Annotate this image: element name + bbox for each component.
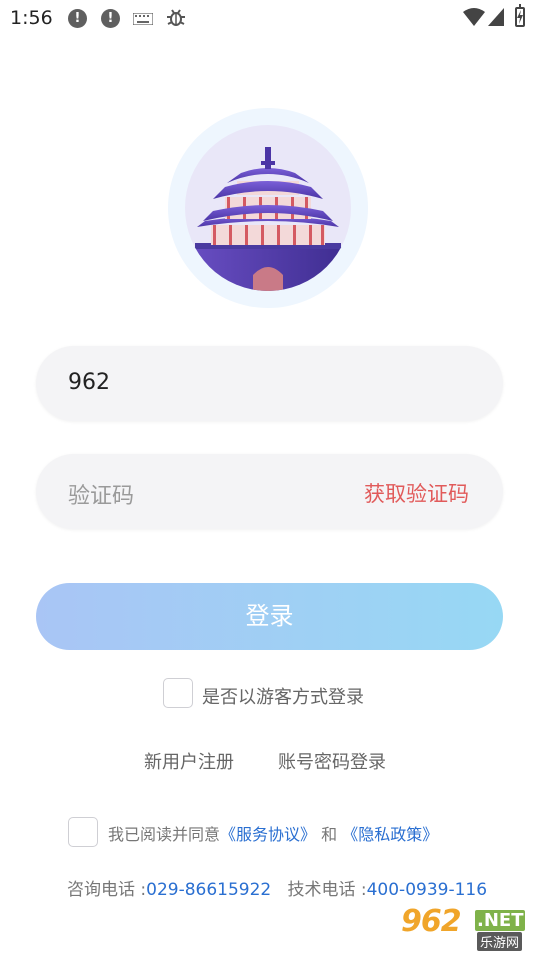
phone-input-value: 962 bbox=[68, 370, 110, 395]
bug-icon bbox=[167, 9, 185, 26]
watermark-logo: 962 .NET 乐游网 bbox=[399, 904, 533, 952]
consult-phone-link[interactable]: 029-86615922 bbox=[146, 880, 271, 900]
agreement-prefix: 我已阅读并同意 bbox=[108, 825, 221, 844]
guest-login-label[interactable]: 是否以游客方式登录 bbox=[202, 683, 364, 709]
agreement-and: 和 bbox=[321, 825, 338, 844]
battery-icon bbox=[515, 4, 525, 27]
privacy-policy-link[interactable]: 《隐私政策》 bbox=[342, 825, 438, 844]
alert-icon: ! bbox=[68, 9, 87, 28]
signal-icon bbox=[488, 8, 504, 26]
status-time: 1:56 bbox=[10, 7, 53, 29]
app-logo bbox=[168, 108, 368, 308]
verification-code-placeholder: 验证码 bbox=[68, 484, 135, 509]
phone-input[interactable]: 962 bbox=[36, 346, 503, 421]
watermark-site-name: 乐游网 bbox=[477, 932, 523, 951]
register-link[interactable]: 新用户注册 bbox=[144, 748, 234, 774]
watermark-962: 962 bbox=[401, 904, 462, 939]
watermark-net: .NET bbox=[475, 910, 526, 931]
service-agreement-link[interactable]: 《服务协议》 bbox=[220, 825, 316, 844]
tech-phone-link[interactable]: 400-0939-116 bbox=[367, 880, 487, 900]
tech-phone-label: 技术电话 : bbox=[287, 880, 367, 900]
guest-login-checkbox[interactable] bbox=[163, 678, 193, 708]
wifi-icon bbox=[463, 8, 485, 26]
consult-phone-label: 咨询电话 : bbox=[67, 880, 147, 900]
contact-info: 咨询电话 :029-86615922 技术电话 :400-0939-116 bbox=[67, 875, 487, 900]
status-bar: 1:56 ! ! bbox=[0, 0, 537, 38]
agreement-checkbox[interactable] bbox=[68, 817, 98, 847]
login-button[interactable]: 登录 bbox=[36, 583, 503, 650]
verification-code-input[interactable]: 验证码 获取验证码 bbox=[36, 454, 503, 529]
password-login-link[interactable]: 账号密码登录 bbox=[278, 748, 386, 774]
alert-icon: ! bbox=[101, 9, 120, 28]
keyboard-icon bbox=[133, 13, 153, 25]
get-code-button[interactable]: 获取验证码 bbox=[364, 478, 469, 508]
agreement-text: 我已阅读并同意《服务协议》 和 《隐私政策》 bbox=[108, 821, 438, 845]
city-gate-tower-icon bbox=[185, 125, 351, 291]
